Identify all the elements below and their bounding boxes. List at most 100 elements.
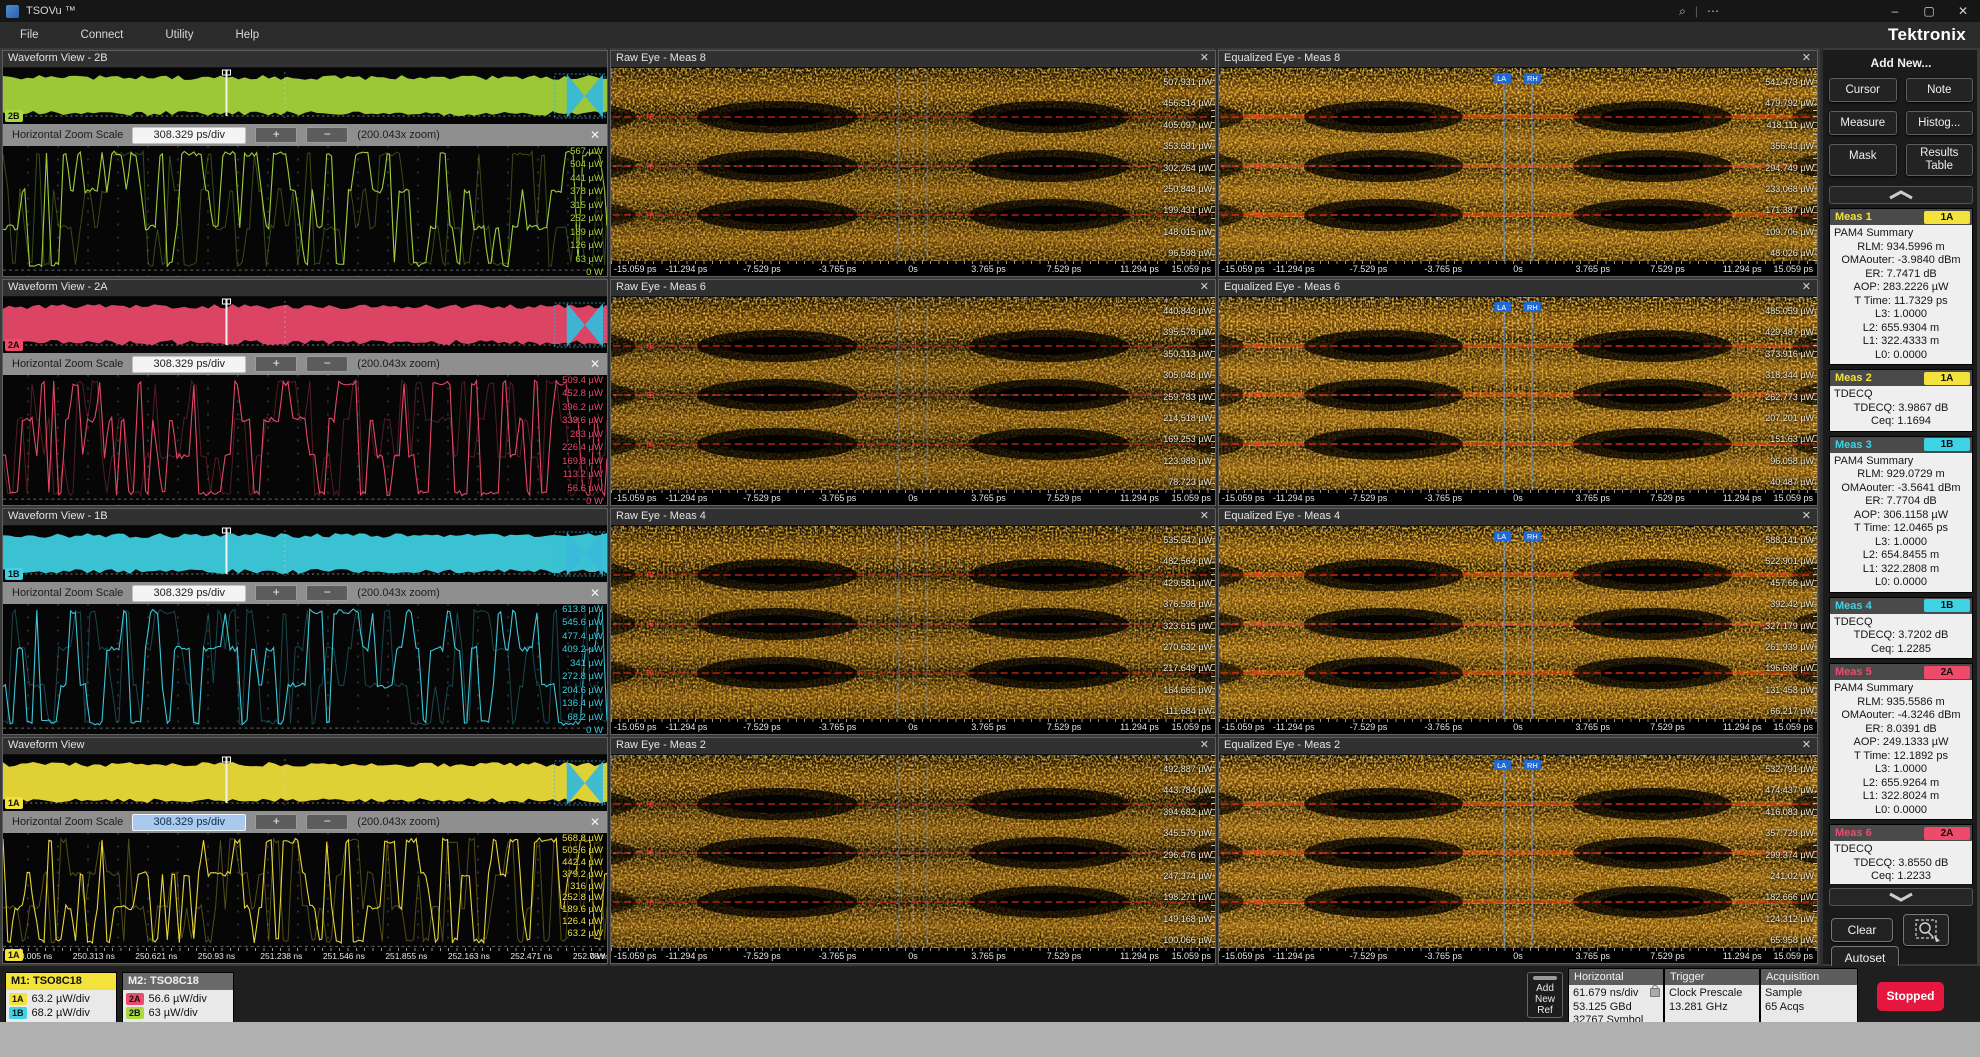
more-options-icon[interactable]: ⋯ (1698, 4, 1728, 18)
module-card-m1[interactable]: M1: TSO8C181A63.2 µW/div1B68.2 µW/div (5, 972, 117, 1023)
meas-source-badge: 2A (1924, 827, 1970, 840)
eye-y-label: 78.723 µW (1168, 477, 1212, 487)
module-channel-row[interactable]: 1A63.2 µW/div (9, 992, 113, 1006)
meas-scroll-down-button[interactable] (1829, 888, 1973, 906)
meas-card-3[interactable]: Meas 31BPAM4 SummaryRLM: 929.0729 mOMAou… (1829, 436, 1973, 593)
zoom-in-button[interactable]: + (255, 356, 297, 372)
sidebar-button-cursor[interactable]: Cursor (1829, 78, 1897, 102)
eye-x-label: -11.294 ps (666, 951, 708, 961)
eye-diagram[interactable]: TBTBTBLARH588.141 µW522.901 µW457.66 µW3… (1219, 526, 1817, 722)
meas-line: Ceq: 1.2285 (1832, 643, 1970, 657)
panel-close-icon[interactable]: ✕ (590, 128, 600, 142)
zoom-select-button[interactable] (1903, 914, 1949, 946)
eye-diagram[interactable]: TBTBTBLARH532.791 µW474.437 µW416.083 µW… (1219, 755, 1817, 951)
eye-y-label: 418.111 µW (1767, 120, 1814, 130)
search-icon[interactable]: ⌕ (1670, 4, 1695, 19)
zoom-scale-value[interactable]: 308.329 ps/div (132, 814, 246, 831)
zoom-in-button[interactable]: + (255, 585, 297, 601)
zoom-scale-value[interactable]: 308.329 ps/div (132, 356, 246, 373)
panel-close-icon[interactable]: ✕ (1194, 509, 1215, 525)
eye-diagram[interactable]: TBTBTBLARH541.473 µW479.792 µW418.111 µW… (1219, 68, 1817, 264)
eye-y-label: 474.437 µW (1765, 785, 1814, 795)
panel-close-icon[interactable]: ✕ (1194, 738, 1215, 754)
meas-card-6[interactable]: Meas 62ATDECQTDECQ: 3.8550 dBCeq: 1.2233 (1829, 824, 1973, 884)
module-channel-row[interactable]: 1B68.2 µW/div (9, 1006, 113, 1020)
eye-diagram[interactable]: TBTBTBLARH485.059 µW429.487 µW373.916 µW… (1219, 297, 1817, 493)
eye-y-label: 376.598 µW (1163, 599, 1212, 609)
waveform-plot[interactable]: 509.4 µW452.8 µW396.2 µW339.6 µW283 µW22… (3, 375, 607, 505)
panel-close-icon[interactable]: ✕ (1796, 280, 1817, 296)
panel-close-icon[interactable]: ✕ (1194, 51, 1215, 67)
sidebar-button-mask[interactable]: Mask (1829, 144, 1897, 176)
zoom-in-button[interactable]: + (255, 814, 297, 830)
panel-title-text: Equalized Eye - Meas 8 (1224, 51, 1340, 67)
maximize-button[interactable]: ▢ (1912, 0, 1946, 22)
minimize-button[interactable]: – (1878, 0, 1912, 22)
meas-card-1[interactable]: Meas 11APAM4 SummaryRLM: 934.5996 mOMAou… (1829, 208, 1973, 365)
bottom-bar: M1: TSO8C181A63.2 µW/div1B68.2 µW/divM2:… (0, 966, 1980, 1022)
zoom-out-button[interactable]: − (306, 356, 348, 372)
eye-x-label: 3.765 ps (971, 722, 1006, 732)
setup-card-acquisition[interactable]: AcquisitionSample65 Acqs (1760, 968, 1858, 1022)
meas-card-4[interactable]: Meas 41BTDECQTDECQ: 3.7202 dBCeq: 1.2285 (1829, 597, 1973, 660)
panel-close-icon[interactable]: ✕ (1796, 738, 1817, 754)
meas-card-2[interactable]: Meas 21ATDECQTDECQ: 3.9867 dBCeq: 1.1694 (1829, 369, 1973, 432)
zoom-out-button[interactable]: − (306, 127, 348, 143)
horizontal-zoom-row: Horizontal Zoom Scale308.329 ps/div+−(20… (3, 124, 607, 146)
meas-card-5[interactable]: Meas 52APAM4 SummaryRLM: 935.5586 mOMAou… (1829, 663, 1973, 820)
menu-item-connect[interactable]: Connect (61, 29, 146, 41)
waveform-plot[interactable]: 568.8 µW505.6 µW442.4 µW379.2 µW316 µW25… (3, 833, 607, 963)
setup-card-trigger[interactable]: TriggerClock Prescale13.281 GHz (1664, 968, 1760, 1022)
add-new-ref-button[interactable]: AddNewRef (1527, 972, 1563, 1018)
menu-item-file[interactable]: File (0, 29, 61, 41)
eye-y-label: 429.487 µW (1765, 327, 1814, 337)
meas-line: ER: 7.7704 dB (1832, 495, 1970, 509)
close-button[interactable]: ✕ (1946, 0, 1980, 22)
sidebar-button-results-table[interactable]: ResultsTable (1906, 144, 1974, 176)
zoom-out-button[interactable]: − (306, 585, 348, 601)
sidebar-button-note[interactable]: Note (1906, 78, 1974, 102)
panel-close-icon[interactable]: ✕ (1796, 509, 1817, 525)
module-channel-row[interactable]: 2B63 µW/div (126, 1006, 230, 1020)
panel-close-icon[interactable]: ✕ (1796, 51, 1817, 67)
zoom-scale-value[interactable]: 308.329 ps/div (132, 585, 246, 602)
sidebar-button-histog-[interactable]: Histog... (1906, 111, 1974, 135)
waveform-overview[interactable]: 2B (3, 68, 607, 124)
setup-card-horizontal[interactable]: Horizontal61.679 ns/div53.125 GBd32767 S… (1568, 968, 1664, 1022)
run-state-button[interactable]: Stopped (1877, 982, 1944, 1011)
module-header: M2: TSO8C18 (123, 973, 233, 990)
eye-time-axis: -15.059 ps-11.294 ps-7.529 ps-3.765 ps0s… (1219, 948, 1817, 963)
meas-source-badge: 1B (1924, 438, 1970, 451)
eye-diagram[interactable]: TBTBTB492.887 µW443.784 µW394.682 µW345.… (611, 755, 1215, 951)
panel-close-icon[interactable]: ✕ (590, 815, 600, 829)
waveform-y-label: 409.2 µW (562, 644, 603, 655)
eye-x-label: 0s (1513, 951, 1523, 961)
module-card-m2[interactable]: M2: TSO8C18 2A56.6 µW/div2B63 µW/div (122, 972, 234, 1023)
zoom-scale-value[interactable]: 308.329 ps/div (132, 127, 246, 144)
panel-close-icon[interactable]: ✕ (590, 586, 600, 600)
eye-y-label: 416.083 µW (1765, 807, 1814, 817)
menu-item-utility[interactable]: Utility (145, 29, 215, 41)
waveform-overview[interactable]: 1A (3, 755, 607, 811)
meas-scroll-up-button[interactable] (1829, 186, 1973, 204)
eye-diagram[interactable]: TBTBTB507.931 µW456.514 µW405.097 µW353.… (611, 68, 1215, 264)
zoom-out-button[interactable]: − (306, 814, 348, 830)
eye-x-label: 11.294 ps (1120, 951, 1159, 961)
waveform-overview[interactable]: 2A (3, 297, 607, 353)
waveform-x-label: 250.93 ns (198, 951, 235, 961)
clear-button[interactable]: Clear (1831, 918, 1893, 942)
panel-close-icon[interactable]: ✕ (590, 357, 600, 371)
eye-y-label: 111.684 µW (1165, 706, 1212, 716)
zoom-in-button[interactable]: + (255, 127, 297, 143)
eye-y-label: 588.141 µW (1765, 535, 1814, 545)
waveform-overview[interactable]: 1B (3, 526, 607, 582)
eye-diagram[interactable]: TBTBTB440.843 µW395.578 µW350.313 µW305.… (611, 297, 1215, 493)
waveform-plot[interactable]: 567 µW504 µW441 µW378 µW315 µW252 µW189 … (3, 146, 607, 276)
menu-item-help[interactable]: Help (216, 29, 282, 41)
panel-close-icon[interactable]: ✕ (1194, 280, 1215, 296)
waveform-plot[interactable]: 613.8 µW545.6 µW477.4 µW409.2 µW341 µW27… (3, 604, 607, 734)
eye-x-label: 11.294 ps (1723, 264, 1762, 274)
eye-diagram[interactable]: TBTBTB535.547 µW482.564 µW429.581 µW376.… (611, 526, 1215, 722)
module-channel-row[interactable]: 2A56.6 µW/div (126, 992, 230, 1006)
sidebar-button-measure[interactable]: Measure (1829, 111, 1897, 135)
